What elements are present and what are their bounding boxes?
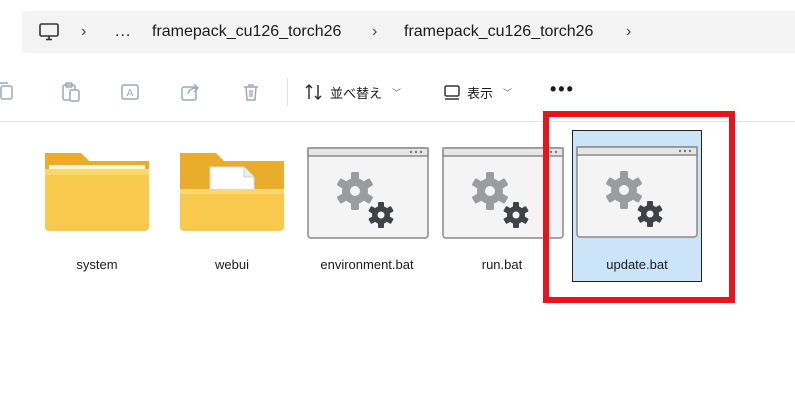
rename-icon[interactable]: A <box>119 81 141 103</box>
breadcrumb-item-2[interactable]: framepack_cu126_torch26 <box>404 22 593 42</box>
file-name: system <box>76 257 118 272</box>
this-pc-icon[interactable] <box>38 21 60 43</box>
file-name: webui <box>215 257 249 272</box>
highlight-annotation <box>543 111 735 303</box>
delete-icon[interactable] <box>240 81 262 103</box>
chevron-right-icon[interactable]: › <box>626 22 631 42</box>
chevron-right-icon[interactable]: › <box>372 22 377 42</box>
folder-document-icon <box>180 153 284 231</box>
more-options-button[interactable]: ••• <box>550 80 575 98</box>
toolbar-divider <box>287 78 288 106</box>
breadcrumb-item-1[interactable]: framepack_cu126_torch26 <box>152 22 341 42</box>
chevron-right-icon[interactable]: › <box>81 22 86 42</box>
file-item-system[interactable]: system <box>32 130 162 282</box>
breadcrumb[interactable]: › ... framepack_cu126_torch26 › framepac… <box>22 11 795 53</box>
view-button[interactable]: 表示 ﹀ <box>443 79 512 105</box>
view-label: 表示 <box>467 85 494 101</box>
sort-icon <box>305 83 322 101</box>
sort-button[interactable]: 並べ替え ﹀ <box>304 79 401 105</box>
file-name: environment.bat <box>320 257 414 272</box>
address-bar: › ... framepack_cu126_torch26 › framepac… <box>0 0 795 62</box>
sort-label: 並べ替え <box>330 85 383 101</box>
paste-icon[interactable] <box>60 81 82 103</box>
breadcrumb-overflow[interactable]: ... <box>115 22 131 42</box>
chevron-down-icon: ﹀ <box>503 87 513 98</box>
file-item-environment-bat[interactable]: environment.bat <box>302 130 432 282</box>
chevron-down-icon: ﹀ <box>392 87 402 98</box>
share-icon[interactable] <box>179 81 201 103</box>
svg-text:A: A <box>127 88 134 99</box>
batch-file-icon <box>307 147 429 239</box>
view-icon <box>444 85 460 100</box>
copy-icon[interactable] <box>0 81 16 103</box>
file-item-webui[interactable]: webui <box>167 130 297 282</box>
folder-icon <box>45 153 149 231</box>
